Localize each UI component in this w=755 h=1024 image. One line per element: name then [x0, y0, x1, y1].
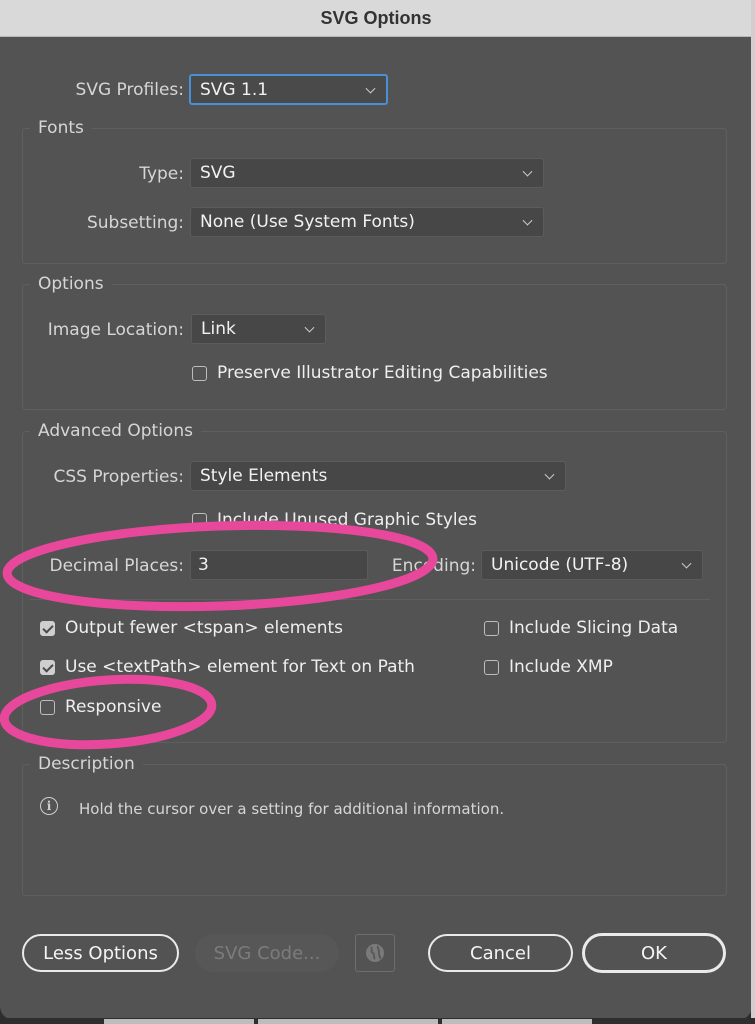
include-slicing-checkbox[interactable]: Include Slicing Data	[484, 618, 678, 638]
checkbox-box-checked[interactable]	[40, 620, 55, 636]
include-slicing-label: Include Slicing Data	[509, 618, 679, 638]
chevron-down-icon	[365, 83, 376, 94]
output-fewer-tspan-label: Output fewer <tspan> elements	[65, 618, 344, 638]
include-unused-styles-checkbox[interactable]: Include Unused Graphic Styles	[192, 510, 477, 530]
divider	[30, 599, 710, 600]
responsive-label: Responsive	[65, 697, 162, 717]
description-text: Hold the cursor over a setting for addit…	[79, 800, 505, 818]
output-fewer-tspan-checkbox[interactable]: Output fewer <tspan> elements	[40, 618, 343, 638]
svg-profiles-dropdown[interactable]: SVG 1.1	[189, 74, 388, 105]
svg-code-button[interactable]: SVG Code...	[195, 934, 339, 972]
font-type-label: Type:	[139, 164, 184, 184]
preserve-editing-label: Preserve Illustrator Editing Capabilitie…	[217, 363, 548, 383]
css-properties-dropdown[interactable]: Style Elements	[190, 461, 566, 491]
css-properties-label: CSS Properties:	[53, 467, 185, 487]
checkbox-box-checked[interactable]	[40, 659, 55, 675]
font-type-dropdown[interactable]: SVG	[190, 158, 544, 188]
chevron-down-icon	[544, 469, 555, 480]
checkbox-box[interactable]	[192, 365, 207, 381]
options-section-title: Options	[30, 274, 112, 294]
less-options-button[interactable]: Less Options	[22, 934, 179, 972]
options-group	[22, 284, 727, 410]
css-properties-value: Style Elements	[200, 466, 328, 486]
chevron-down-icon	[304, 322, 315, 333]
encoding-dropdown[interactable]: Unicode (UTF-8)	[481, 550, 703, 580]
decimal-places-input[interactable]: 3	[190, 550, 368, 580]
web-preview-button[interactable]	[355, 934, 395, 972]
svg-profiles-label: SVG Profiles:	[75, 80, 184, 100]
info-icon: i	[40, 797, 58, 815]
background-window-edge-bottom	[0, 1018, 755, 1024]
subsetting-dropdown[interactable]: None (Use System Fonts)	[190, 207, 544, 237]
ok-button[interactable]: OK	[582, 933, 726, 973]
use-textpath-label: Use <textPath> element for Text on Path	[65, 657, 415, 677]
background-window-edge	[751, 0, 755, 1024]
dialog-title: SVG Options	[320, 7, 432, 28]
description-group	[22, 764, 727, 896]
checkbox-box[interactable]	[484, 659, 499, 675]
advanced-section-title: Advanced Options	[30, 421, 201, 441]
checkbox-box[interactable]	[192, 512, 207, 528]
fonts-section-title: Fonts	[30, 118, 92, 138]
use-textpath-checkbox[interactable]: Use <textPath> element for Text on Path	[40, 657, 415, 677]
chevron-down-icon	[681, 558, 692, 569]
description-section-title: Description	[30, 754, 143, 774]
cancel-button[interactable]: Cancel	[428, 934, 573, 972]
subsetting-value: None (Use System Fonts)	[200, 212, 415, 232]
checkbox-box[interactable]	[484, 620, 499, 636]
globe-icon	[366, 944, 384, 962]
decimal-places-label: Decimal Places:	[49, 556, 184, 576]
fonts-group	[22, 128, 727, 264]
preserve-editing-checkbox[interactable]: Preserve Illustrator Editing Capabilitie…	[192, 363, 548, 383]
checkbox-box[interactable]	[40, 699, 55, 715]
subsetting-label: Subsetting:	[86, 213, 184, 233]
include-unused-styles-label: Include Unused Graphic Styles	[217, 510, 477, 530]
chevron-down-icon	[522, 166, 533, 177]
svg-options-dialog: SVG Options SVG Profiles: SVG 1.1 Fonts …	[0, 0, 752, 1020]
image-location-dropdown[interactable]: Link	[191, 314, 326, 344]
chevron-down-icon	[522, 215, 533, 226]
encoding-value: Unicode (UTF-8)	[491, 555, 629, 575]
title-bar: SVG Options	[0, 0, 752, 37]
responsive-checkbox[interactable]: Responsive	[40, 697, 161, 717]
image-location-value: Link	[201, 319, 236, 339]
encoding-label: Encoding:	[391, 556, 476, 576]
include-xmp-label: Include XMP	[509, 657, 613, 677]
svg-profiles-value: SVG 1.1	[200, 79, 269, 100]
font-type-value: SVG	[200, 163, 236, 183]
include-xmp-checkbox[interactable]: Include XMP	[484, 657, 613, 677]
image-location-label: Image Location:	[47, 320, 184, 340]
